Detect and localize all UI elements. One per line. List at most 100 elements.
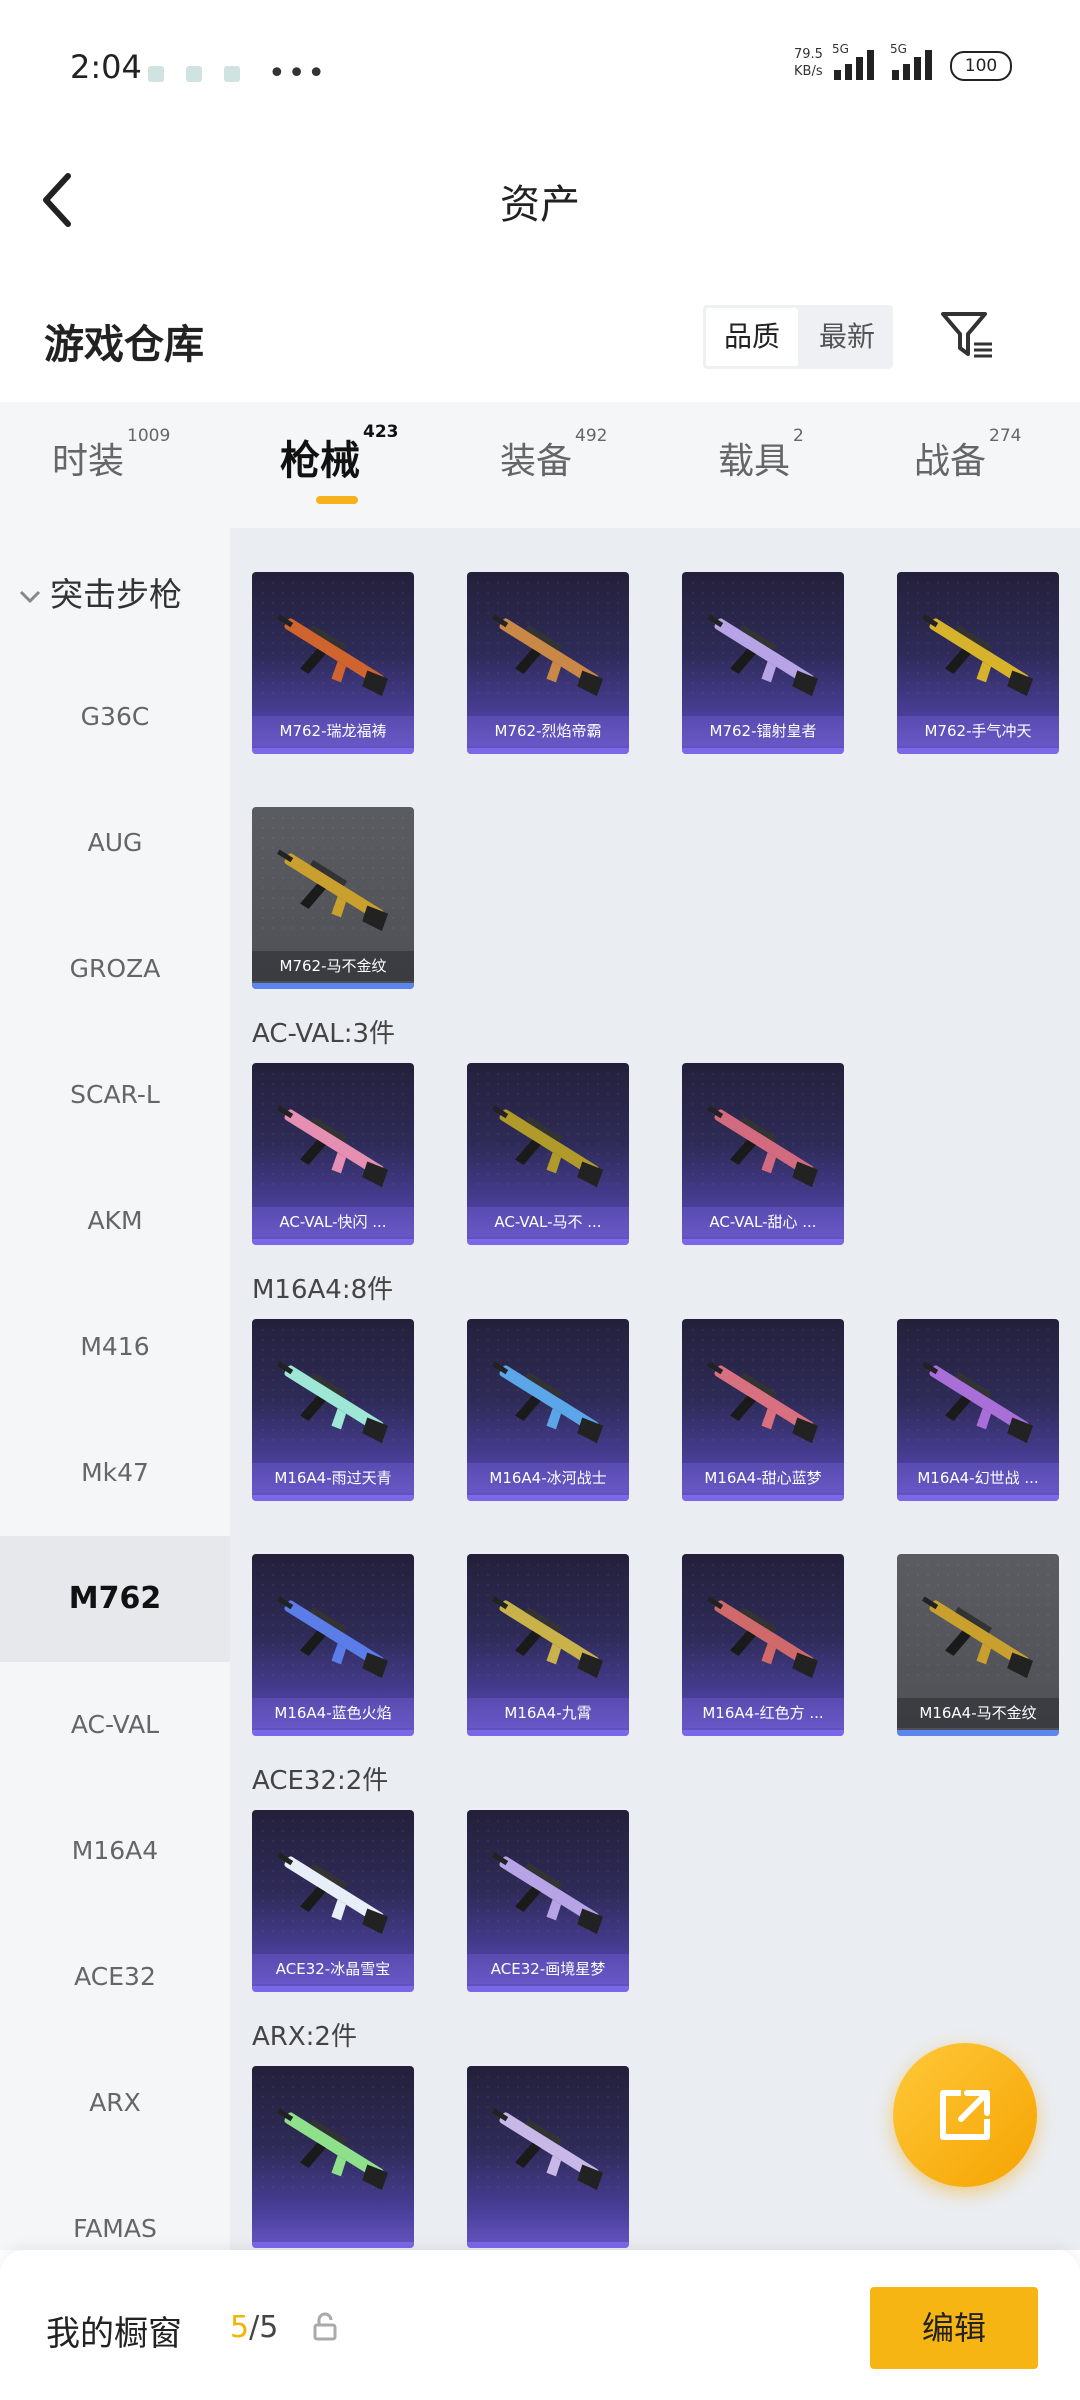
tab-count: 2	[793, 426, 804, 446]
weapon-card[interactable]: M762-镭射皇者	[682, 572, 844, 754]
rarity-bar	[252, 983, 414, 989]
rarity-bar	[467, 748, 629, 754]
tab-count: 274	[989, 426, 1022, 446]
weapon-card-label: M762-马不金纹	[252, 951, 414, 981]
rarity-bar	[467, 1495, 629, 1501]
signal-2-icon: 5G	[890, 42, 932, 80]
weapon-card[interactable]: AC-VAL-马不 ...	[467, 1063, 629, 1245]
tab-weapons[interactable]: 枪械423	[280, 422, 399, 486]
rifle-icon	[276, 2108, 389, 2191]
tab-label: 时装	[52, 441, 125, 482]
weapon-card[interactable]: M16A4-九霄	[467, 1554, 629, 1736]
tab-outfits[interactable]: 时装1009	[52, 426, 170, 484]
tab-combat-supplies[interactable]: 战备274	[914, 426, 1021, 484]
section-header: M16A4:8件	[252, 1275, 394, 1305]
sidebar-category-header[interactable]: 突击步枪	[18, 568, 182, 616]
weapon-card[interactable]: M16A4-幻世战 ...	[897, 1319, 1059, 1501]
weapon-card-label: M16A4-红色方 ...	[682, 1698, 844, 1728]
weapon-card[interactable]	[252, 2066, 414, 2248]
weapon-card[interactable]: M16A4-马不金纹	[897, 1554, 1059, 1736]
weapon-card-label: M762-手气冲天	[897, 716, 1059, 746]
weapon-card[interactable]: M16A4-红色方 ...	[682, 1554, 844, 1736]
weapon-card-label: AC-VAL-快闪 ...	[252, 1207, 414, 1237]
tab-equipment[interactable]: 装备492	[500, 426, 607, 484]
weapon-card-label: M762-镭射皇者	[682, 716, 844, 746]
section-header: ARX:2件	[252, 2022, 357, 2052]
sim2-network-type: 5G	[890, 42, 907, 56]
weapon-card[interactable]: AC-VAL-快闪 ...	[252, 1063, 414, 1245]
rarity-bar	[682, 748, 844, 754]
sidebar-item[interactable]: SCAR-L	[0, 1032, 230, 1158]
rarity-bar	[897, 748, 1059, 754]
back-arrow-icon	[43, 173, 71, 227]
rifle-icon	[491, 1361, 604, 1444]
tab-label: 装备	[500, 441, 573, 482]
weapon-card[interactable]: M762-马不金纹	[252, 807, 414, 989]
notification-icon	[224, 65, 240, 82]
status-time: 2:04	[70, 48, 142, 86]
sidebar-item[interactable]: AC-VAL	[0, 1662, 230, 1788]
weapon-card[interactable]	[467, 2066, 629, 2248]
sidebar-item[interactable]: M416	[0, 1284, 230, 1410]
sidebar-item[interactable]: Mk47	[0, 1410, 230, 1536]
rifle-icon	[276, 1852, 389, 1935]
weapon-card[interactable]: M16A4-甜心蓝梦	[682, 1319, 844, 1501]
weapon-card-label: AC-VAL-马不 ...	[467, 1207, 629, 1237]
filter-button[interactable]	[940, 310, 996, 366]
weapon-card[interactable]: M762-瑞龙福祷	[252, 572, 414, 754]
weapon-card-label: M762-瑞龙福祷	[252, 716, 414, 746]
rifle-icon	[706, 1361, 819, 1444]
weapon-card[interactable]: M762-手气冲天	[897, 572, 1059, 754]
sidebar-item[interactable]: ACE32	[0, 1914, 230, 2040]
sidebar-item[interactable]: ARX	[0, 2040, 230, 2166]
sort-newest-option[interactable]: 最新	[801, 305, 893, 369]
weapon-card[interactable]: M16A4-蓝色火焰	[252, 1554, 414, 1736]
sidebar-item[interactable]: GROZA	[0, 906, 230, 1032]
rarity-bar	[467, 1730, 629, 1736]
more-notifications-icon: •••	[268, 56, 328, 91]
weapon-card[interactable]: ACE32-画境星梦	[467, 1810, 629, 1992]
weapon-card-label: M16A4-甜心蓝梦	[682, 1463, 844, 1493]
rifle-icon	[921, 1361, 1034, 1444]
rifle-icon	[276, 849, 389, 932]
sidebar-item[interactable]: M762	[0, 1536, 230, 1662]
rifle-icon	[276, 1596, 389, 1679]
filter-icon	[941, 312, 992, 358]
network-rate-value: 79.5	[794, 47, 823, 62]
tab-label: 枪械	[280, 438, 360, 484]
sidebar-item[interactable]: M16A4	[0, 1788, 230, 1914]
section-header: ACE32:2件	[252, 1766, 389, 1796]
rarity-bar	[252, 748, 414, 754]
showcase-count: 5/5	[230, 2310, 278, 2345]
tab-label: 战备	[914, 441, 987, 482]
sidebar-item[interactable]: AKM	[0, 1158, 230, 1284]
rarity-bar	[467, 2242, 629, 2248]
rarity-bar	[467, 1986, 629, 1992]
rifle-icon	[276, 1361, 389, 1444]
active-tab-indicator	[316, 496, 358, 504]
rarity-bar	[252, 1495, 414, 1501]
weapon-card[interactable]: ACE32-冰晶雪宝	[252, 1810, 414, 1992]
network-rate: 79.5 KB/s	[794, 46, 823, 80]
rarity-bar	[682, 1730, 844, 1736]
rarity-bar	[682, 1495, 844, 1501]
sidebar-item[interactable]: G36C	[0, 654, 230, 780]
rifle-icon	[706, 614, 819, 697]
weapon-card[interactable]: AC-VAL-甜心 ...	[682, 1063, 844, 1245]
edit-button[interactable]: 编辑	[870, 2287, 1038, 2369]
sidebar-item[interactable]: AUG	[0, 780, 230, 906]
lock-button[interactable]	[312, 2312, 338, 2346]
back-button[interactable]	[38, 170, 78, 234]
weapon-card[interactable]: M762-烈焰帝霸	[467, 572, 629, 754]
share-button[interactable]	[893, 2043, 1037, 2187]
rarity-bar	[467, 1239, 629, 1245]
weapon-card-label: M16A4-雨过天青	[252, 1463, 414, 1493]
sort-quality-option[interactable]: 品质	[706, 308, 798, 366]
weapon-card[interactable]: M16A4-冰河战士	[467, 1319, 629, 1501]
weapon-card[interactable]: M16A4-雨过天青	[252, 1319, 414, 1501]
sort-toggle: 品质 最新	[703, 305, 893, 369]
weapon-card-label: M16A4-幻世战 ...	[897, 1463, 1059, 1493]
tab-vehicles[interactable]: 载具2	[718, 426, 804, 484]
rifle-icon	[276, 614, 389, 697]
weapon-card-label: AC-VAL-甜心 ...	[682, 1207, 844, 1237]
